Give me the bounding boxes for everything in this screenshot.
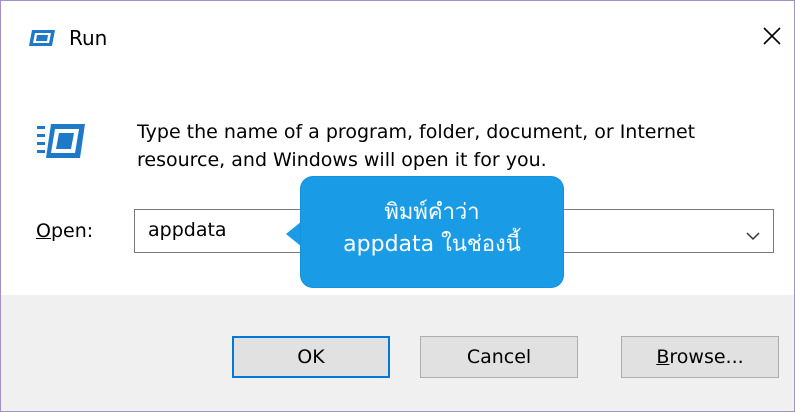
run-app-icon: [27, 28, 57, 50]
dialog-description: Type the name of a program, folder, docu…: [137, 118, 777, 174]
ok-button[interactable]: OK: [232, 336, 390, 378]
close-icon: [763, 27, 781, 45]
description-line: resource, and Windows will open it for y…: [137, 149, 547, 171]
description-line: Type the name of a program, folder, docu…: [137, 121, 696, 143]
open-label-text: pen:: [50, 220, 94, 242]
button-bar: OK Cancel Browse...: [1, 295, 794, 411]
cancel-button[interactable]: Cancel: [420, 336, 578, 378]
title-bar[interactable]: Run: [1, 1, 794, 73]
open-label-accesskey: O: [36, 220, 51, 242]
dropdown-button[interactable]: [746, 226, 760, 245]
open-input[interactable]: appdata: [148, 219, 227, 241]
callout-line: พิมพ์คำว่า: [384, 200, 480, 225]
instruction-callout: พิมพ์คำว่า appdata ในช่องนี้: [301, 177, 563, 287]
chevron-down-icon: [746, 232, 760, 241]
run-app-icon: [37, 122, 87, 162]
run-dialog: Run Type the name of a program, folder, …: [0, 0, 795, 412]
window-title: Run: [69, 26, 108, 50]
close-button[interactable]: [749, 13, 795, 59]
browse-button[interactable]: Browse...: [621, 336, 779, 378]
open-label: Open:: [36, 220, 93, 242]
callout-pointer: [286, 221, 302, 247]
callout-line: appdata ในช่องนี้: [343, 232, 521, 257]
